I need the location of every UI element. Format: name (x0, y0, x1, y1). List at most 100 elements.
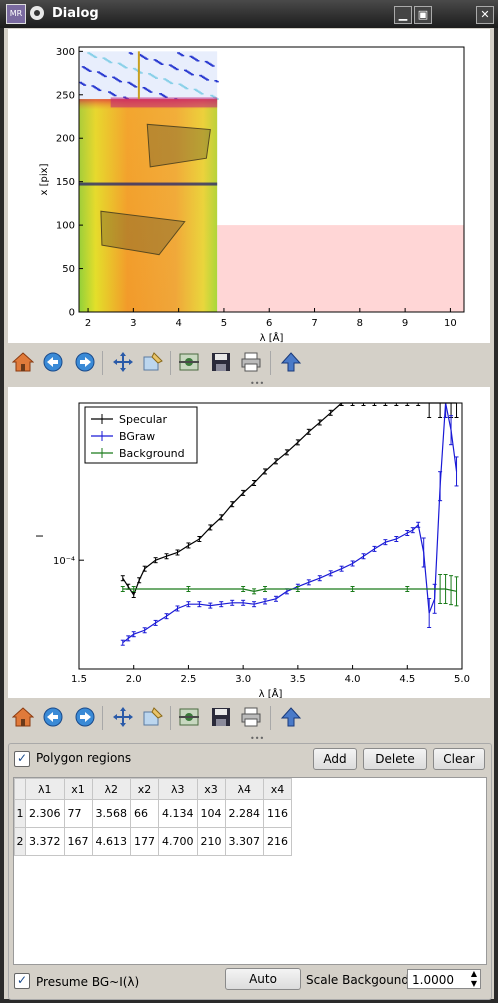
save-icon[interactable] (210, 706, 232, 728)
print-icon[interactable] (240, 351, 262, 373)
close-button[interactable]: ✕ (476, 6, 494, 24)
window-title: Dialog (52, 6, 99, 21)
table-cell[interactable]: 210 (196, 827, 226, 856)
configure-subplots-icon[interactable] (178, 706, 200, 728)
print-icon[interactable] (240, 706, 262, 728)
zoom-rect-icon[interactable] (142, 351, 164, 373)
y-tick-label: 100 (56, 221, 75, 232)
table-cell[interactable]: 4.700 (158, 827, 198, 856)
column-header[interactable]: λ1 (25, 778, 65, 800)
noise-speck (108, 91, 112, 93)
noise-speck (128, 52, 132, 54)
back-arrow-icon[interactable] (42, 351, 64, 373)
noise-speck (183, 69, 187, 72)
back-arrow-icon[interactable] (42, 706, 64, 728)
polygon-table[interactable]: λ1 x1 λ2 x2 λ3 x3 λ4 x4 1 2.306 77 3.568 66 4.134 104… (13, 777, 487, 965)
pan-icon[interactable] (112, 351, 134, 373)
table-cell[interactable]: 104 (196, 799, 226, 828)
x-tick-label: 3.5 (290, 674, 306, 685)
table-cell[interactable]: 216 (263, 827, 292, 856)
noise-speck (193, 88, 197, 91)
noise-speck (91, 85, 95, 87)
noise-speck (142, 86, 146, 89)
noise-speck (214, 80, 218, 82)
scale-background-spinbox[interactable]: 1.0000 ▲ ▼ (407, 969, 481, 989)
delete-button[interactable]: Delete (363, 748, 427, 770)
column-header[interactable]: x4 (263, 778, 292, 800)
x-axis-label: λ [Å] (260, 331, 284, 343)
table-row[interactable]: 2 3.372 167 4.613 177 4.700 210 3.307 216 (14, 827, 292, 856)
toolbar-separator (270, 706, 271, 730)
table-row[interactable]: 1 2.306 77 3.568 66 4.134 104 2.284 116 (14, 799, 292, 828)
y-tick-label: 200 (56, 134, 75, 145)
table-cell[interactable]: 4.613 (91, 827, 131, 856)
column-header[interactable]: λ3 (158, 778, 198, 800)
table-cell[interactable]: 66 (130, 799, 159, 828)
toolbar-separator (170, 706, 171, 730)
bottom-plot-panel[interactable]: 1.52.02.53.03.54.04.55.010⁻³10⁻⁴Iλ [Å]Sp… (8, 370, 490, 700)
x-tick-label: 2.0 (126, 674, 142, 685)
maximize-button[interactable]: ▣ (414, 6, 432, 24)
home-icon[interactable] (11, 706, 35, 728)
table-cell[interactable]: 77 (63, 799, 93, 828)
table-cell[interactable]: 116 (263, 799, 292, 828)
configure-subplots-icon[interactable] (178, 351, 200, 373)
y-axis-label: x [pix] (39, 163, 50, 195)
column-header[interactable]: λ2 (91, 778, 131, 800)
y-axis-label: I (35, 535, 46, 538)
x-tick-label: 10 (444, 318, 457, 329)
column-header[interactable]: x3 (196, 778, 226, 800)
noise-speck (87, 52, 91, 54)
title-bar: MR Dialog ▁ ▣ ✕ (0, 0, 498, 28)
table-cell[interactable]: 2.284 (224, 799, 264, 828)
y-tick-label: 0 (69, 308, 75, 319)
noise-speck (102, 57, 106, 59)
detector-image-plot[interactable]: 2 3 4 5 6 7 8 9 10 300 250 200 150 100 50 0 x [pix] λ [Å] (8, 29, 490, 344)
up-arrow-icon[interactable] (280, 351, 302, 373)
row-header[interactable]: 2 (14, 827, 26, 856)
table-cell[interactable]: 2.306 (25, 799, 65, 828)
top-plot-panel[interactable]: 2 3 4 5 6 7 8 9 10 300 250 200 150 100 50 0 x [pix] λ [Å] (8, 29, 490, 344)
x-axis-label: λ [Å] (259, 687, 283, 698)
column-header[interactable]: x1 (63, 778, 93, 800)
column-header[interactable]: λ4 (224, 778, 264, 800)
x-tick-label: 7 (311, 318, 317, 329)
legend-label: BGraw (119, 430, 155, 443)
table-cell[interactable]: 177 (130, 827, 159, 856)
noise-speck (112, 76, 116, 79)
zoom-rect-icon[interactable] (142, 706, 164, 728)
polygon-regions-checkbox[interactable]: ✓ (14, 751, 30, 767)
noise-speck (117, 62, 121, 65)
polygon-table-grid[interactable]: λ1 x1 λ2 x2 λ3 x3 λ4 x4 1 2.306 77 3.568 66 4.134 104… (14, 778, 292, 856)
table-cell[interactable]: 3.372 (25, 827, 65, 856)
table-cell[interactable]: 3.307 (224, 827, 264, 856)
table-cell[interactable]: 3.568 (91, 799, 131, 828)
pan-icon[interactable] (112, 706, 134, 728)
x-tick-label: 4.5 (399, 674, 415, 685)
x-tick-label: 3.0 (235, 674, 251, 685)
forward-arrow-icon[interactable] (74, 706, 96, 728)
reflectivity-plot[interactable]: 1.52.02.53.03.54.04.55.010⁻³10⁻⁴Iλ [Å]Sp… (8, 370, 490, 700)
toolbar-handle[interactable]: ••• (250, 734, 264, 743)
table-cell[interactable]: 167 (63, 827, 93, 856)
scale-background-label: Scale Backgound (306, 973, 410, 987)
up-arrow-icon[interactable] (280, 706, 302, 728)
x-tick-label: 2 (85, 318, 91, 329)
spin-arrows-icon[interactable]: ▲ ▼ (471, 969, 477, 989)
presume-bg-checkbox[interactable]: ✓ (14, 973, 30, 989)
add-button[interactable]: Add (313, 748, 357, 770)
save-icon[interactable] (210, 351, 232, 373)
noise-speck (199, 74, 203, 77)
window-menu-icon[interactable] (30, 6, 44, 20)
minimize-button[interactable]: ▁ (394, 6, 412, 24)
home-icon[interactable] (11, 351, 35, 373)
auto-button[interactable]: Auto (225, 968, 301, 990)
bright-band-top (110, 97, 218, 108)
presume-bg-label: Presume BG~I(λ) (36, 975, 140, 989)
noise-speck (148, 73, 152, 75)
column-header[interactable]: x2 (130, 778, 159, 800)
table-cell[interactable]: 4.134 (158, 799, 198, 828)
row-header[interactable]: 1 (14, 799, 26, 828)
clear-button[interactable]: Clear (433, 748, 485, 770)
forward-arrow-icon[interactable] (74, 351, 96, 373)
